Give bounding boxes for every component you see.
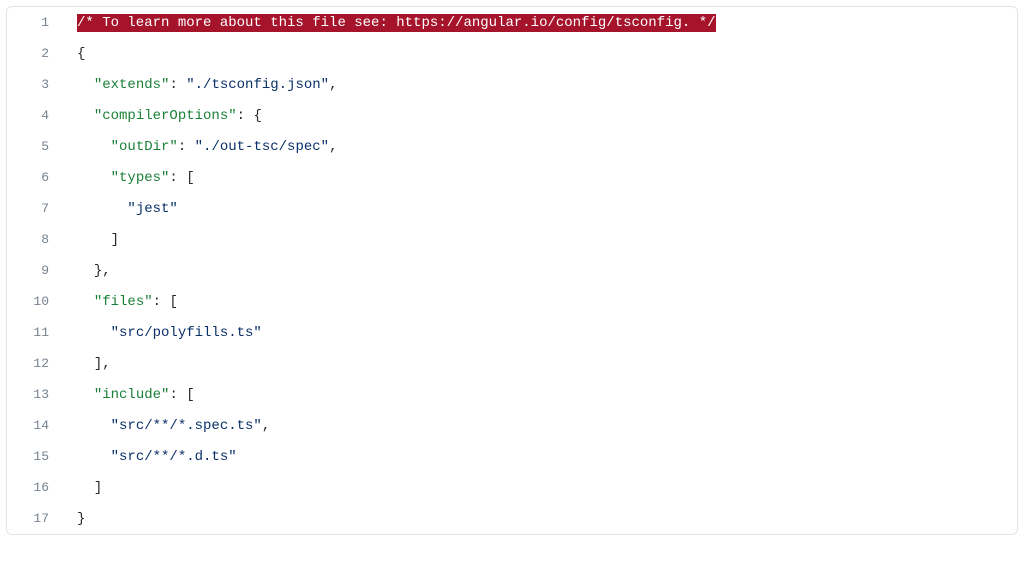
code-line: 10 "files": [ xyxy=(7,286,1017,317)
code-line: 2 { xyxy=(7,38,1017,69)
punct-token: : xyxy=(169,387,186,403)
comment-token: /* To learn more about this file see: ht… xyxy=(77,14,716,32)
code-content[interactable]: "types": [ xyxy=(63,162,1017,193)
code-content[interactable]: "extends": "./tsconfig.json", xyxy=(63,69,1017,100)
line-number: 13 xyxy=(7,379,63,410)
code-content[interactable]: "src/**/*.d.ts" xyxy=(63,441,1017,472)
code-content[interactable]: } xyxy=(63,503,1017,534)
code-line: 11 "src/polyfills.ts" xyxy=(7,317,1017,348)
code-line: 16 ] xyxy=(7,472,1017,503)
punct-token: : xyxy=(169,170,186,186)
code-line: 15 "src/**/*.d.ts" xyxy=(7,441,1017,472)
brace-token: } xyxy=(77,511,85,527)
line-number: 2 xyxy=(7,38,63,69)
key-token: "extends" xyxy=(94,77,170,93)
code-content[interactable]: }, xyxy=(63,255,1017,286)
code-content[interactable]: "jest" xyxy=(63,193,1017,224)
punct-token: , xyxy=(102,263,110,279)
code-line: 1 /* To learn more about this file see: … xyxy=(7,7,1017,38)
key-token: "files" xyxy=(94,294,153,310)
line-number: 16 xyxy=(7,472,63,503)
line-number: 14 xyxy=(7,410,63,441)
line-number: 15 xyxy=(7,441,63,472)
punct-token: : xyxy=(153,294,170,310)
punct-token: , xyxy=(262,418,270,434)
string-token: "src/polyfills.ts" xyxy=(111,325,262,341)
string-token: "./out-tsc/spec" xyxy=(195,139,329,155)
code-line: 17 } xyxy=(7,503,1017,534)
key-token: "include" xyxy=(94,387,170,403)
code-line: 5 "outDir": "./out-tsc/spec", xyxy=(7,131,1017,162)
code-line: 7 "jest" xyxy=(7,193,1017,224)
code-content[interactable]: "outDir": "./out-tsc/spec", xyxy=(63,131,1017,162)
key-token: "compilerOptions" xyxy=(94,108,237,124)
code-content[interactable]: ] xyxy=(63,472,1017,503)
line-number: 5 xyxy=(7,131,63,162)
line-number: 12 xyxy=(7,348,63,379)
line-number: 11 xyxy=(7,317,63,348)
bracket-token: ] xyxy=(94,356,102,372)
line-number: 10 xyxy=(7,286,63,317)
code-line: 6 "types": [ xyxy=(7,162,1017,193)
brace-token: { xyxy=(77,46,85,62)
brace-token: { xyxy=(253,108,261,124)
code-line: 12 ], xyxy=(7,348,1017,379)
code-content[interactable]: "include": [ xyxy=(63,379,1017,410)
punct-token: , xyxy=(329,77,337,93)
bracket-token: ] xyxy=(111,232,119,248)
code-editor-panel: 1 /* To learn more about this file see: … xyxy=(6,6,1018,535)
line-number: 4 xyxy=(7,100,63,131)
string-token: "jest" xyxy=(127,201,177,217)
bracket-token: [ xyxy=(186,170,194,186)
punct-token: , xyxy=(102,356,110,372)
code-content[interactable]: "src/**/*.spec.ts", xyxy=(63,410,1017,441)
punct-token: , xyxy=(329,139,337,155)
string-token: "./tsconfig.json" xyxy=(186,77,329,93)
string-token: "src/**/*.d.ts" xyxy=(111,449,237,465)
code-content[interactable]: { xyxy=(63,38,1017,69)
code-content[interactable]: "compilerOptions": { xyxy=(63,100,1017,131)
punct-token: : xyxy=(237,108,254,124)
line-number: 17 xyxy=(7,503,63,534)
code-content[interactable]: "files": [ xyxy=(63,286,1017,317)
code-content[interactable]: ] xyxy=(63,224,1017,255)
bracket-token: ] xyxy=(94,480,102,496)
code-content[interactable]: "src/polyfills.ts" xyxy=(63,317,1017,348)
bracket-token: [ xyxy=(186,387,194,403)
code-line: 9 }, xyxy=(7,255,1017,286)
key-token: "outDir" xyxy=(111,139,178,155)
key-token: "types" xyxy=(111,170,170,186)
string-token: "src/**/*.spec.ts" xyxy=(111,418,262,434)
code-line: 3 "extends": "./tsconfig.json", xyxy=(7,69,1017,100)
line-number: 1 xyxy=(7,7,63,38)
line-number: 6 xyxy=(7,162,63,193)
line-number: 3 xyxy=(7,69,63,100)
punct-token: : xyxy=(178,139,195,155)
code-line: 13 "include": [ xyxy=(7,379,1017,410)
line-number: 7 xyxy=(7,193,63,224)
code-line: 14 "src/**/*.spec.ts", xyxy=(7,410,1017,441)
code-line: 8 ] xyxy=(7,224,1017,255)
brace-token: } xyxy=(94,263,102,279)
code-table: 1 /* To learn more about this file see: … xyxy=(7,7,1017,534)
bracket-token: [ xyxy=(169,294,177,310)
line-number: 8 xyxy=(7,224,63,255)
line-number: 9 xyxy=(7,255,63,286)
code-content[interactable]: /* To learn more about this file see: ht… xyxy=(63,7,1017,38)
punct-token: : xyxy=(169,77,186,93)
code-line: 4 "compilerOptions": { xyxy=(7,100,1017,131)
code-content[interactable]: ], xyxy=(63,348,1017,379)
